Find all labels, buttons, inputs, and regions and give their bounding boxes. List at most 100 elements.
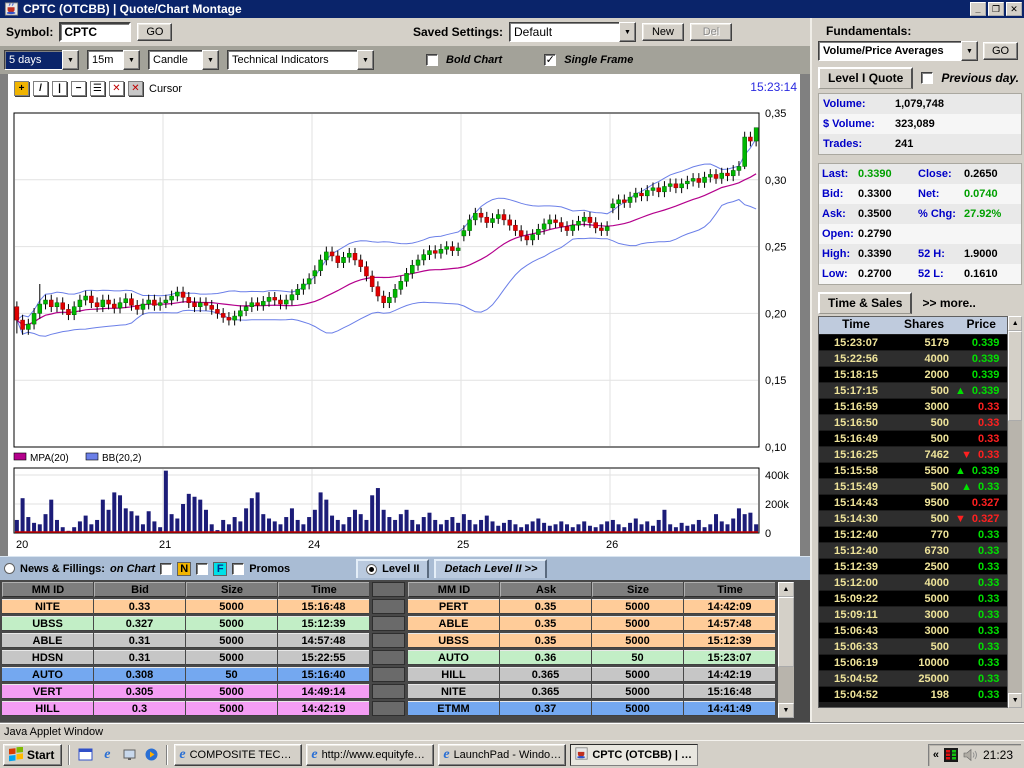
minimize-button[interactable]: _ xyxy=(970,2,986,16)
cell: 5000 xyxy=(186,650,277,665)
trade-row[interactable]: 15:09:22 5000 0.33 xyxy=(819,591,1008,606)
delete-drawing-icon[interactable]: ✕ xyxy=(109,81,124,96)
taskbar-button[interactable]: eCOMPOSITE TECHNOLO... xyxy=(174,743,303,766)
scroll-up-icon[interactable]: ▲ xyxy=(778,582,794,597)
previous-day-checkbox[interactable] xyxy=(921,72,934,84)
chevron-down-icon[interactable]: ▼ xyxy=(62,50,79,70)
news-checkbox[interactable] xyxy=(160,562,173,575)
taskbar-button[interactable]: e http://www.equityfeed.... xyxy=(306,743,435,766)
level2-radio[interactable] xyxy=(366,563,378,575)
bold-chart-checkbox[interactable] xyxy=(426,54,438,66)
fundamentals-dropdown[interactable]: Volume/Price Averages ▼ xyxy=(818,41,978,61)
indicators-dropdown[interactable]: Technical Indicators ▼ xyxy=(227,50,374,70)
chevron-down-icon[interactable]: ▼ xyxy=(357,50,374,70)
bid-row-HDSN[interactable]: HDSN 0.31 5000 15:22:55 xyxy=(2,650,369,665)
trade-row[interactable]: 15:15:49 500 ▲ 0.33 xyxy=(819,479,1008,494)
bid-row-HILL[interactable]: HILL 0.3 5000 14:42:19 xyxy=(2,701,369,716)
filings-checkbox[interactable] xyxy=(196,562,209,575)
symbol-go-button[interactable]: GO xyxy=(137,23,173,41)
trade-row[interactable]: 15:16:49 500 0.33 xyxy=(819,431,1008,446)
trade-row[interactable]: 15:09:11 3000 0.33 xyxy=(819,607,1008,622)
trade-row[interactable]: 15:16:59 3000 0.33 xyxy=(819,399,1008,414)
tray-chevron-icon[interactable]: « xyxy=(933,749,939,761)
range-dropdown[interactable]: 5 days ▼ xyxy=(4,50,79,70)
more-link[interactable]: >> more.. xyxy=(922,296,975,310)
price-volume-chart[interactable]: 0,35 0,30 0,25 0,20 0,15 0,10 MPA(20) BB(20,2) 4… xyxy=(8,74,800,556)
level2-scrollbar[interactable]: ▲ ▼ xyxy=(778,582,794,718)
restore-button[interactable]: ❐ xyxy=(988,2,1004,16)
trade-row[interactable]: 15:12:40 6730 0.33 xyxy=(819,543,1008,558)
ask-row-UBSS[interactable]: UBSS 0.35 5000 15:12:39 xyxy=(408,633,775,648)
trade-row[interactable]: 15:04:52 198 0.33 xyxy=(819,687,1008,702)
trendline-tool-icon[interactable]: / xyxy=(33,81,48,96)
parallel-lines-tool-icon[interactable]: ☰ xyxy=(90,81,105,96)
close-button[interactable]: ✕ xyxy=(1006,2,1022,16)
bid-row-AUTO[interactable]: AUTO 0.308 50 15:16:40 xyxy=(2,667,369,682)
ask-row-ABLE[interactable]: ABLE 0.35 5000 14:57:48 xyxy=(408,616,775,631)
scrollbar-thumb[interactable] xyxy=(778,597,794,667)
chevron-down-icon[interactable]: ▼ xyxy=(202,50,219,70)
vertical-line-tool-icon[interactable]: | xyxy=(52,81,67,96)
trade-row[interactable]: 15:16:50 500 0.33 xyxy=(819,415,1008,430)
delete-all-drawings-icon[interactable]: ✕ xyxy=(128,81,143,96)
trade-row[interactable]: 15:23:07 5179 0.339 xyxy=(819,335,1008,350)
ask-row-HILL[interactable]: HILL 0.365 5000 14:42:19 xyxy=(408,667,775,682)
trade-row[interactable]: 15:22:56 4000 0.339 xyxy=(819,351,1008,366)
ask-row-NITE[interactable]: NITE 0.365 5000 15:16:48 xyxy=(408,684,775,699)
ask-row-AUTO[interactable]: AUTO 0.36 50 15:23:07 xyxy=(408,650,775,665)
interval-dropdown[interactable]: 15m ▼ xyxy=(87,50,140,70)
trade-row[interactable]: 15:12:40 770 0.33 xyxy=(819,527,1008,542)
trade-row[interactable]: 15:14:30 500 ▼ 0.327 xyxy=(819,511,1008,526)
horizontal-line-tool-icon[interactable]: − xyxy=(71,81,86,96)
trade-row[interactable]: 15:16:25 7462 ▼ 0.33 xyxy=(819,447,1008,462)
del-button[interactable]: Del xyxy=(690,23,732,41)
trade-row[interactable]: 15:15:58 5500 ▲ 0.339 xyxy=(819,463,1008,478)
scroll-down-icon[interactable]: ▼ xyxy=(1008,693,1022,708)
internet-explorer-icon[interactable]: e xyxy=(98,746,116,764)
new-button[interactable]: New xyxy=(642,23,684,41)
taskbar-button[interactable]: CPTC (OTCBB) | Quo... xyxy=(570,743,699,766)
show-desktop-icon[interactable] xyxy=(120,746,138,764)
ask-row-PERT[interactable]: PERT 0.35 5000 14:42:09 xyxy=(408,599,775,614)
column-header: Time xyxy=(684,582,775,597)
start-button[interactable]: Start xyxy=(3,743,63,766)
scroll-up-icon[interactable]: ▲ xyxy=(1008,316,1022,331)
chevron-down-icon[interactable]: ▼ xyxy=(619,22,636,42)
trade-row[interactable]: 15:06:43 3000 0.33 xyxy=(819,623,1008,638)
trade-row[interactable]: 15:04:52 25000 0.33 xyxy=(819,671,1008,686)
crosshair-tool-icon[interactable]: + xyxy=(14,81,29,96)
scroll-down-icon[interactable]: ▼ xyxy=(778,703,794,718)
level1-quote-tab[interactable]: Level I Quote xyxy=(818,67,914,89)
promos-checkbox[interactable] xyxy=(232,562,245,575)
trade-row[interactable]: 15:12:00 4000 0.33 xyxy=(819,575,1008,590)
scrollbar-thumb[interactable] xyxy=(1008,331,1022,421)
trade-row[interactable]: 15:06:33 500 0.33 xyxy=(819,639,1008,654)
symbol-input[interactable] xyxy=(59,22,132,42)
trade-row[interactable]: 15:14:43 9500 0.327 xyxy=(819,495,1008,510)
time-sales-scrollbar[interactable]: ▲ ▼ xyxy=(1008,316,1022,708)
media-player-icon[interactable] xyxy=(142,746,160,764)
level2-tab[interactable]: Level II xyxy=(356,559,430,578)
app-shortcut-icon[interactable] xyxy=(76,746,94,764)
time-sales-tab[interactable]: Time & Sales xyxy=(818,292,913,314)
bid-row-ABLE[interactable]: ABLE 0.31 5000 14:57:48 xyxy=(2,633,369,648)
ask-row-ETMM[interactable]: ETMM 0.37 5000 14:41:49 xyxy=(408,701,775,716)
taskbar-button[interactable]: eLaunchPad - Windows In... xyxy=(438,743,567,766)
chart-style-dropdown[interactable]: Candle ▼ xyxy=(148,50,219,70)
chevron-down-icon[interactable]: ▼ xyxy=(123,50,140,70)
chevron-down-icon[interactable]: ▼ xyxy=(961,41,978,61)
trade-row[interactable]: 15:17:15 500 ▲ 0.339 xyxy=(819,383,1008,398)
bid-row-NITE[interactable]: NITE 0.33 5000 15:16:48 xyxy=(2,599,369,614)
bid-row-UBSS[interactable]: UBSS 0.327 5000 15:12:39 xyxy=(2,616,369,631)
trade-row[interactable]: 15:18:15 2000 0.339 xyxy=(819,367,1008,382)
trade-row[interactable]: 15:12:39 2500 0.33 xyxy=(819,559,1008,574)
feed-status-icon[interactable] xyxy=(943,748,958,762)
news-fillings-radio[interactable] xyxy=(4,563,15,574)
fundamentals-go-button[interactable]: GO xyxy=(983,42,1019,60)
single-frame-checkbox[interactable]: ✓ xyxy=(544,54,557,66)
bid-row-VERT[interactable]: VERT 0.305 5000 14:49:14 xyxy=(2,684,369,699)
detach-level2-button[interactable]: Detach Level II >> xyxy=(434,559,548,578)
saved-settings-dropdown[interactable]: Default ▼ xyxy=(509,22,636,42)
trade-row[interactable]: 15:06:19 10000 0.33 xyxy=(819,655,1008,670)
volume-speaker-icon[interactable] xyxy=(963,748,978,762)
